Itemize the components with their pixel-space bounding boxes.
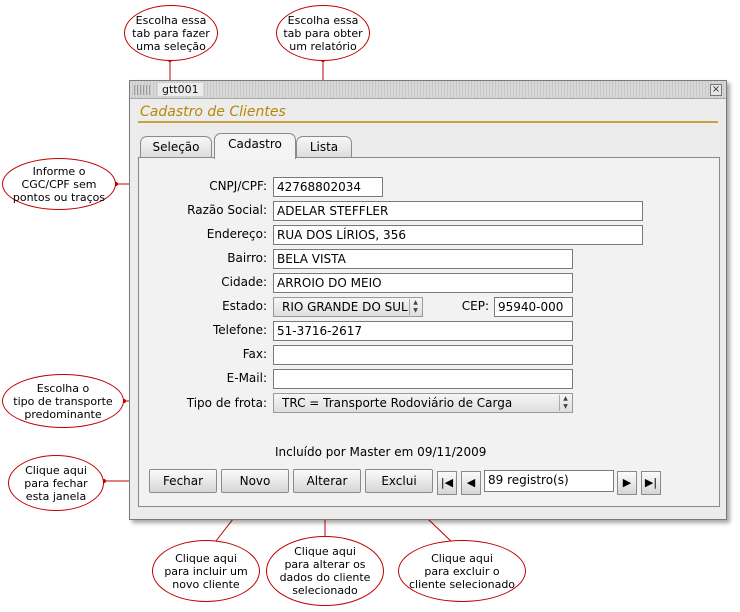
callout-relatorio: Escolha essa tab para obter um relatório xyxy=(276,5,370,61)
last-record-icon[interactable]: ▶| xyxy=(641,471,661,495)
estado-label: Estado: xyxy=(222,299,267,313)
tab-selecao[interactable]: Seleção xyxy=(140,136,212,158)
first-record-icon[interactable]: |◀ xyxy=(437,471,457,495)
spinner-icon[interactable]: ▲ ▼ xyxy=(409,299,421,315)
spinner-icon[interactable]: ▲ ▼ xyxy=(559,395,571,411)
close-icon[interactable]: × xyxy=(710,84,722,96)
callout-selecao: Escolha essa tab para fazer uma seleção xyxy=(124,5,218,61)
alterar-button[interactable]: Alterar xyxy=(293,469,361,493)
grip-icon xyxy=(134,85,150,95)
razao-social-label: Razão Social: xyxy=(187,203,267,217)
tipo-frota-select[interactable]: TRC = Transporte Rodoviário de Carga ▲ ▼ xyxy=(273,393,573,413)
cidade-label: Cidade: xyxy=(221,275,267,289)
cep-label: CEP: xyxy=(461,299,489,313)
callout-fechar: Clique aqui para fechar esta janela xyxy=(8,455,104,511)
estado-select[interactable]: RIO GRANDE DO SUL ▲ ▼ xyxy=(273,297,423,317)
tipo-frota-label: Tipo de frota: xyxy=(186,396,267,410)
fechar-button[interactable]: Fechar xyxy=(149,469,217,493)
callout-frota: Escolha o tipo de transporte predominante xyxy=(2,374,124,428)
email-label: E-Mail: xyxy=(226,371,267,385)
razao-social-field[interactable]: ADELAR STEFFLER xyxy=(273,201,643,221)
fax-field[interactable] xyxy=(273,345,573,365)
prev-record-icon[interactable]: ◀ xyxy=(461,471,481,495)
tipo-frota-value: TRC = Transporte Rodoviário de Carga xyxy=(282,396,513,410)
fax-label: Fax: xyxy=(242,347,267,361)
telefone-label: Telefone: xyxy=(213,323,267,337)
callout-alterar: Clique aqui para alterar os dados do clien… xyxy=(266,536,384,606)
callout-incluir: Clique aqui para incluir um novo cliente xyxy=(152,540,260,602)
estado-value: RIO GRANDE DO SUL xyxy=(282,300,408,314)
email-field[interactable] xyxy=(273,369,573,389)
cidade-field[interactable]: ARROIO DO MEIO xyxy=(273,273,573,293)
endereco-field[interactable]: RUA DOS LÍRIOS, 356 xyxy=(273,225,643,245)
next-record-icon[interactable]: ▶ xyxy=(617,471,637,495)
window-title: gtt001 xyxy=(158,83,203,96)
bairro-label: Bairro: xyxy=(227,251,267,265)
excluir-button[interactable]: Exclui xyxy=(365,469,433,493)
tab-cadastro[interactable]: Cadastro xyxy=(214,133,296,159)
bairro-field[interactable]: BELA VISTA xyxy=(273,249,573,269)
callout-cnpj: Informe o CGC/CPF sem pontos ou traços xyxy=(2,158,116,210)
title-bar[interactable]: gtt001 × xyxy=(130,81,726,99)
cep-field[interactable]: 95940-000 xyxy=(494,297,573,317)
cnpj-field[interactable]: 42768802034 xyxy=(273,177,383,197)
client-form-window: gtt001 × Cadastro de Clientes Seleção Ca… xyxy=(129,80,727,520)
novo-button[interactable]: Novo xyxy=(221,469,289,493)
tab-lista[interactable]: Lista xyxy=(296,136,352,158)
telefone-field[interactable]: 51-3716-2617 xyxy=(273,321,573,341)
endereco-label: Endereço: xyxy=(206,227,267,241)
form-title: Cadastro de Clientes xyxy=(140,104,286,120)
inclusion-status: Incluído por Master em 09/11/2009 xyxy=(275,445,487,459)
tab-panel: CNPJ/CPF: 42768802034 Razão Social: ADEL… xyxy=(138,157,720,507)
title-divider xyxy=(138,121,718,123)
callout-excluir: Clique aqui para excluir o cliente selecio… xyxy=(398,540,526,602)
record-count-field: 89 registro(s) xyxy=(484,470,614,492)
cnpj-label: CNPJ/CPF: xyxy=(209,179,267,193)
